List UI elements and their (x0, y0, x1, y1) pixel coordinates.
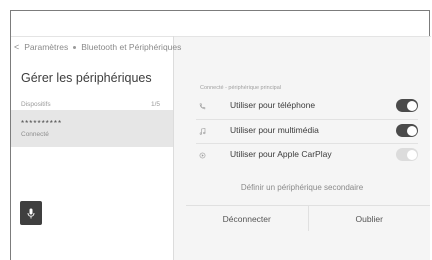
back-chevron-icon[interactable]: < (14, 42, 19, 52)
breadcrumb-current: Bluetooth et Périphériques (81, 42, 182, 52)
set-secondary-device-link[interactable]: Définir un périphérique secondaire (174, 183, 430, 192)
carplay-toggle[interactable] (396, 148, 418, 161)
forget-button[interactable]: Oublier (307, 206, 431, 231)
option-phone-label: Utiliser pour téléphone (230, 100, 316, 110)
action-bar: Déconnecter Oublier (186, 205, 430, 231)
connection-sub-label: Connecté - périphérique principal (200, 85, 282, 91)
option-divider (196, 119, 418, 120)
music-note-icon (197, 126, 207, 136)
disconnect-button[interactable]: Déconnecter (186, 206, 308, 231)
breadcrumb-parent[interactable]: Paramètres (24, 42, 68, 52)
option-phone[interactable]: Utiliser pour téléphone (174, 97, 430, 115)
device-status: Connecté (21, 131, 49, 138)
option-multimedia[interactable]: Utiliser pour multimédia (174, 122, 430, 140)
multimedia-toggle[interactable] (396, 124, 418, 137)
toggle-knob (407, 100, 417, 111)
breadcrumb: < Paramètres Bluetooth et Périphériques (14, 42, 181, 52)
devices-count: 1/5 (151, 101, 161, 108)
phone-icon (197, 101, 207, 111)
page-title: Gérer les périphériques (21, 71, 152, 85)
toggle-knob (407, 149, 417, 160)
option-carplay-label: Utiliser pour Apple CarPlay (230, 149, 332, 159)
microphone-button[interactable] (20, 201, 42, 225)
option-multimedia-label: Utiliser pour multimédia (230, 125, 319, 135)
toggle-knob (407, 125, 417, 136)
carplay-icon (197, 150, 207, 160)
devices-section-label: Dispositifs (21, 101, 51, 108)
device-name: ********** (21, 119, 63, 128)
device-list-item[interactable]: ********** Connecté (11, 110, 173, 147)
option-divider (196, 143, 418, 144)
option-carplay[interactable]: Utiliser pour Apple CarPlay (174, 146, 430, 164)
breadcrumb-separator-icon (73, 45, 77, 49)
microphone-icon (27, 208, 35, 218)
phone-toggle[interactable] (396, 99, 418, 112)
